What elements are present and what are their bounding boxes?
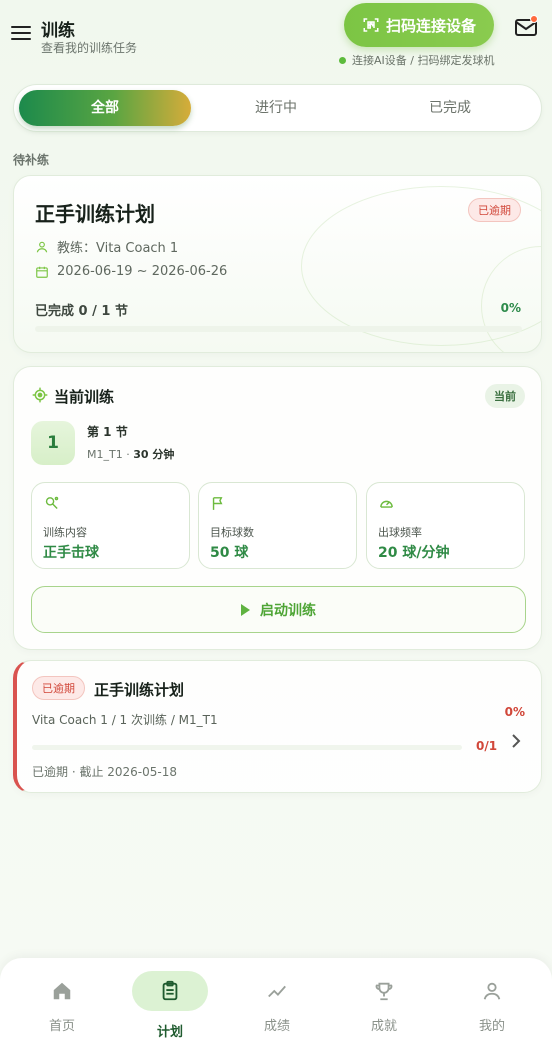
plan-title: 正手训练计划 bbox=[35, 202, 155, 226]
menu-icon[interactable] bbox=[11, 26, 31, 42]
session-label: 第 1 节 bbox=[87, 425, 128, 439]
plan-list-progress bbox=[32, 745, 462, 750]
stat-label: 出球频率 bbox=[378, 526, 422, 539]
nav-label: 计划 bbox=[156, 1025, 183, 1040]
overdue-badge: 已逾期 bbox=[32, 676, 85, 700]
scan-connect-button[interactable]: 扫码连接设备 bbox=[344, 3, 494, 47]
nav-label: 首页 bbox=[48, 1019, 75, 1034]
user-icon bbox=[36, 241, 48, 252]
date-row: 2026-06-19 ~ 2026-06-26 bbox=[35, 264, 227, 279]
play-icon bbox=[241, 603, 250, 616]
session-code: M1_T1 · bbox=[87, 448, 134, 461]
racket-icon bbox=[45, 496, 59, 509]
start-training-button[interactable]: 启动训练 bbox=[31, 586, 526, 633]
status-dot bbox=[339, 56, 346, 64]
plan-list-meta: Vita Coach 1 / 1 次训练 / M1_T1 bbox=[32, 713, 218, 727]
progress-bar bbox=[35, 326, 522, 332]
nav-home[interactable]: 首页 bbox=[17, 958, 107, 1043]
stat-target-balls: 目标球数 50 球 bbox=[198, 482, 357, 569]
qr-scan-icon bbox=[363, 18, 379, 32]
gauge-icon bbox=[380, 500, 393, 508]
clipboard-icon bbox=[162, 980, 178, 1001]
coach-row: 教练：Vita Coach 1 bbox=[35, 237, 178, 256]
tab-all[interactable]: 全部 bbox=[19, 90, 191, 126]
notification-dot bbox=[530, 15, 538, 23]
scan-button-label: 扫码连接设备 bbox=[385, 16, 476, 35]
user-icon bbox=[483, 982, 501, 1000]
home-icon bbox=[53, 982, 71, 1000]
device-status: 连接AI设备 / 扫码绑定发球机 bbox=[339, 52, 494, 68]
nav-label: 成绩 bbox=[263, 1019, 290, 1034]
session-meta: M1_T1 · 30 分钟 bbox=[87, 446, 174, 462]
tab-in-progress[interactable]: 进行中 bbox=[201, 85, 351, 131]
app-header: 训练 查看我的训练任务 扫码连接设备 连接AI设备 / 扫码绑定发球机 bbox=[0, 0, 552, 80]
stat-value: 正手击球 bbox=[43, 545, 99, 561]
current-training-card: 当前训练 当前 1 第 1 节 M1_T1 · 30 分钟 训练内容 正手击球 … bbox=[13, 366, 542, 650]
target-icon bbox=[32, 387, 48, 403]
stat-label: 训练内容 bbox=[43, 526, 87, 539]
nav-results[interactable]: 成绩 bbox=[232, 958, 322, 1043]
nav-achievements[interactable]: 成就 bbox=[339, 958, 429, 1043]
nav-profile[interactable]: 我的 bbox=[447, 958, 537, 1043]
filter-tabs: 全部 进行中 已完成 bbox=[13, 84, 542, 132]
stat-value: 20 球/分钟 bbox=[378, 545, 450, 561]
stat-training-content: 训练内容 正手击球 bbox=[31, 482, 190, 569]
progress-label: 已完成 0 / 1 节 bbox=[35, 304, 128, 319]
section-label: 待补练 bbox=[13, 153, 50, 167]
plan-list-percent: 0% bbox=[504, 705, 525, 719]
start-training-label: 启动训练 bbox=[260, 602, 316, 619]
trophy-icon bbox=[375, 982, 393, 1001]
date-range: 2026-06-19 ~ 2026-06-26 bbox=[57, 264, 228, 279]
trend-icon bbox=[268, 985, 286, 998]
progress-percent: 0% bbox=[500, 301, 521, 315]
chevron-right-icon[interactable] bbox=[511, 734, 521, 748]
page-subtitle: 查看我的训练任务 bbox=[41, 41, 138, 55]
device-status-text: 连接AI设备 / 扫码绑定发球机 bbox=[352, 54, 495, 67]
stat-label: 目标球数 bbox=[210, 526, 254, 539]
plan-list-title: 正手训练计划 bbox=[94, 681, 185, 699]
bottom-nav: 首页 计划 成绩 成就 我的 bbox=[0, 958, 552, 1043]
plan-list-footer: 已逾期 · 截止 2026-05-18 bbox=[32, 765, 177, 779]
nav-plan[interactable]: 计划 bbox=[125, 958, 215, 1043]
overdue-badge: 已逾期 bbox=[468, 198, 521, 222]
current-training-title: 当前训练 bbox=[54, 388, 115, 406]
plan-card[interactable]: 正手训练计划 已逾期 教练：Vita Coach 1 2026-06-19 ~ … bbox=[13, 175, 542, 353]
nav-label: 我的 bbox=[478, 1019, 505, 1034]
flag-icon bbox=[212, 497, 223, 510]
coach-name: 教练：Vita Coach 1 bbox=[57, 241, 179, 256]
stat-ball-frequency: 出球频率 20 球/分钟 bbox=[366, 482, 525, 569]
session-duration: 30 分钟 bbox=[133, 448, 175, 461]
current-badge: 当前 bbox=[485, 384, 525, 408]
page-title: 训练 bbox=[41, 21, 75, 41]
tab-completed[interactable]: 已完成 bbox=[375, 85, 525, 131]
nav-label: 成就 bbox=[370, 1019, 397, 1034]
calendar-icon bbox=[36, 266, 48, 278]
session-number: 1 bbox=[31, 421, 75, 465]
plan-list-count: 0/1 bbox=[476, 739, 498, 753]
plan-list-item[interactable]: 已逾期 正手训练计划 Vita Coach 1 / 1 次训练 / M1_T1 … bbox=[13, 660, 542, 793]
stat-value: 50 球 bbox=[210, 545, 249, 561]
